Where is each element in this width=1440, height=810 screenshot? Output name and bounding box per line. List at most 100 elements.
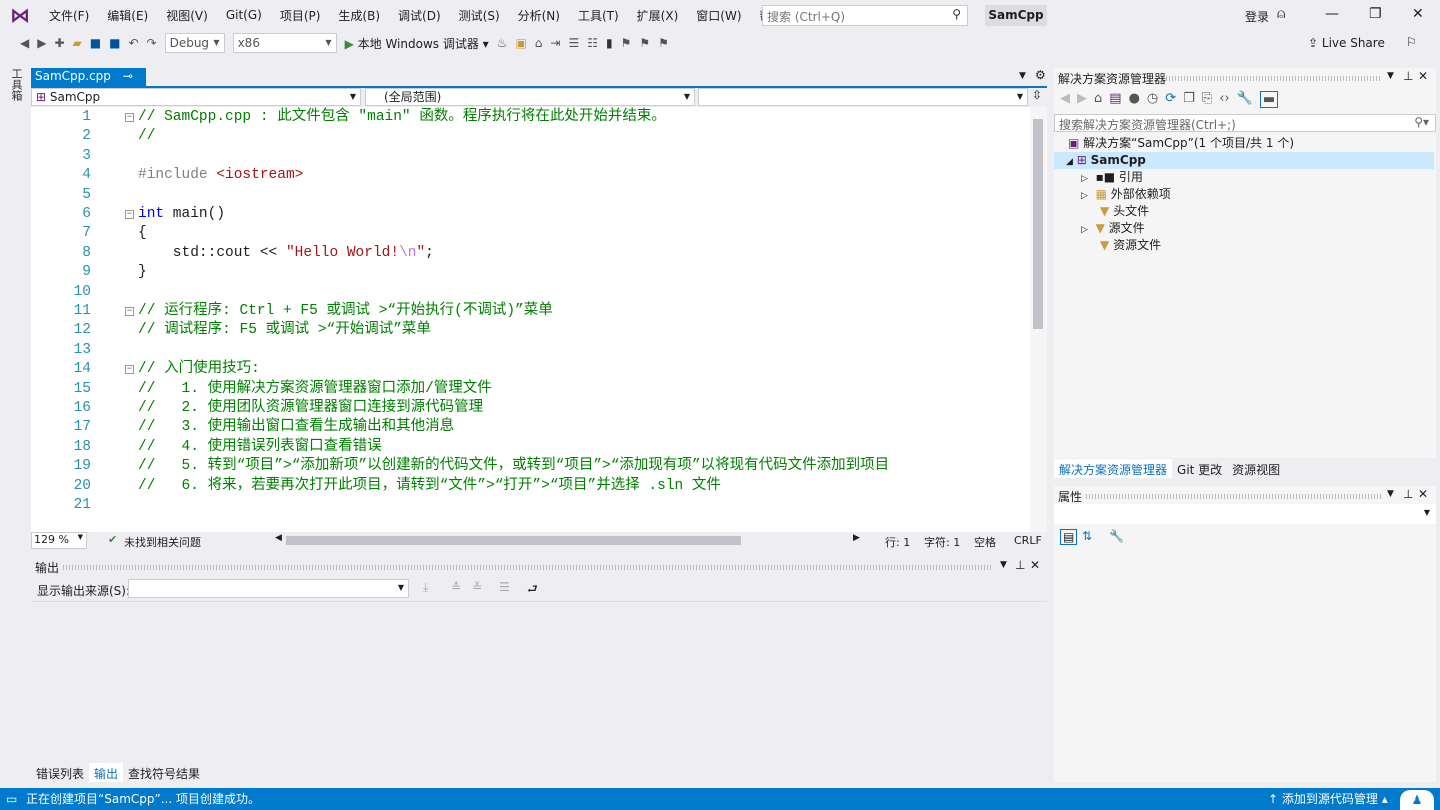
properties-wrench-icon[interactable]: 🔧 [1237, 91, 1253, 108]
menu-test[interactable]: 测试(S) [450, 7, 509, 24]
live-share-button[interactable]: ⇪ Live Share [1308, 36, 1385, 50]
tab-samcpp-cpp[interactable]: SamCpp.cpp ⊸ ✕ [31, 68, 146, 87]
collapse-all-icon[interactable]: ❐ [1183, 91, 1195, 108]
tab-list-dropdown-icon[interactable]: ▼ [1019, 71, 1026, 81]
fold-toggle-icon[interactable]: − [125, 113, 134, 122]
menu-debug[interactable]: 调试(D) [389, 7, 450, 24]
scroll-left-icon[interactable]: ◀ [275, 533, 282, 543]
split-icon[interactable]: ⇳ [1032, 88, 1042, 102]
solution-search-input[interactable]: 搜索解决方案资源管理器(Ctrl+;)⚲▾ [1054, 114, 1436, 132]
word-wrap-icon[interactable]: ⮐ [527, 580, 538, 601]
code-line[interactable]: 16// 2. 使用团队资源管理器窗口连接到源代码管理 [31, 399, 1031, 418]
forward-icon[interactable]: ▶ [37, 36, 46, 50]
alphabetical-icon[interactable]: ⇅ [1082, 529, 1092, 543]
code-line[interactable]: 19// 5. 转到“项目”>“添加新项”以创建新的代码文件，或转到“项目”>“… [31, 457, 1031, 476]
menu-git[interactable]: Git(G) [217, 8, 271, 22]
fold-toggle-icon[interactable]: − [125, 307, 134, 316]
output-source-select[interactable]: ▼ [128, 579, 409, 598]
new-project-icon[interactable]: ✚ [54, 36, 64, 50]
switch-views-icon[interactable]: ▤ [1109, 91, 1121, 108]
configuration-select[interactable]: Debug▼ [165, 33, 225, 53]
code-line[interactable]: 2// [31, 127, 1031, 146]
tree-project[interactable]: ◢ ⊞ SamCpp [1054, 152, 1434, 169]
goto-line-icon[interactable]: ⤓ [423, 580, 428, 595]
code-line[interactable]: 18// 4. 使用错误列表窗口查看错误 [31, 438, 1031, 457]
code-line[interactable]: 7{ [31, 224, 1031, 243]
code-line[interactable]: 1−// SamCpp.cpp : 此文件包含 "main" 函数。程序执行将在… [31, 108, 1031, 127]
login-link[interactable]: 登录 [1245, 8, 1269, 25]
preview-icon[interactable]: ▬ [1260, 91, 1278, 108]
code-line[interactable]: 4#include <iostream> [31, 166, 1031, 185]
undo-icon[interactable]: ↶ [128, 36, 138, 50]
menu-extensions[interactable]: 扩展(X) [628, 7, 688, 24]
scroll-right-icon[interactable]: ▶ [853, 533, 860, 543]
tab-solution-explorer[interactable]: 解决方案资源管理器 [1054, 459, 1172, 478]
line-ending-indicator[interactable]: CRLF [1014, 534, 1042, 547]
tab-find-symbol-results[interactable]: 查找符号结果 [123, 763, 205, 782]
menu-file[interactable]: 文件(F) [40, 7, 98, 24]
close-window-button[interactable]: ✕ [1412, 6, 1424, 22]
code-line[interactable]: 13 [31, 341, 1031, 360]
back-icon[interactable]: ◀ [1060, 91, 1070, 108]
code-line[interactable]: 20// 6. 将来，若要再次打开此项目，请转到“文件”>“打开”>“项目”并选… [31, 477, 1031, 496]
drag-grip[interactable] [63, 565, 993, 570]
close-panel-icon[interactable]: ✕ [1418, 69, 1428, 83]
code-line[interactable]: 11−// 运行程序: Ctrl + F5 或调试 >“开始执行(不调试)”菜单 [31, 302, 1031, 321]
code-line[interactable]: 9} [31, 263, 1031, 282]
expand-arrow-icon[interactable]: ▷ [1081, 174, 1088, 184]
tab-git-changes[interactable]: Git 更改 [1172, 459, 1227, 478]
step-icon[interactable]: ⇥ [550, 36, 560, 50]
code-line[interactable]: 14−// 入门使用技巧: [31, 360, 1031, 379]
code-line[interactable]: 15// 1. 使用解决方案资源管理器窗口添加/管理文件 [31, 380, 1031, 399]
code-line[interactable]: 6−int main() [31, 205, 1031, 224]
pin-icon[interactable]: ⊸ [123, 69, 133, 83]
search-input[interactable]: 搜索 (Ctrl+Q)⚲ [762, 5, 968, 26]
expand-arrow-icon[interactable]: ▷ [1081, 225, 1088, 235]
code-line[interactable]: 17// 3. 使用输出窗口查看生成输出和其他消息 [31, 418, 1031, 437]
panel-menu-icon[interactable]: ▼ [1000, 560, 1007, 570]
code-editor[interactable]: 1−// SamCpp.cpp : 此文件包含 "main" 函数。程序执行将在… [31, 107, 1047, 532]
menu-edit[interactable]: 编辑(E) [98, 7, 157, 24]
tree-item-references[interactable]: ▷ ▪■ 引用 [1081, 169, 1143, 186]
tree-solution[interactable]: ▣ 解决方案“SamCpp”(1 个项目/共 1 个) [1068, 135, 1294, 152]
project-nav-select[interactable]: ⊞ SamCpp▼ [31, 88, 361, 106]
find-in-files-icon[interactable]: ▣ [515, 36, 526, 50]
code-line[interactable]: 8 std::cout << "Hello World!\n"; [31, 244, 1031, 263]
start-debugging-button[interactable]: ▶ 本地 Windows 调试器 ▾ [345, 35, 489, 52]
open-icon[interactable]: ▰ [73, 36, 82, 50]
home-icon[interactable]: ⌂ [1094, 91, 1102, 108]
close-panel-icon[interactable]: ✕ [1030, 558, 1040, 572]
object-select[interactable]: ▼ [1054, 504, 1436, 524]
show-all-files-icon[interactable]: ⎘ [1202, 91, 1212, 108]
categorized-icon[interactable]: ▤ [1060, 529, 1077, 545]
drag-grip[interactable] [1166, 76, 1381, 81]
close-panel-icon[interactable]: ✕ [1418, 487, 1428, 501]
sync-icon[interactable]: ⟳ [1165, 91, 1176, 108]
menu-analyze[interactable]: 分析(N) [509, 7, 569, 24]
comment-icon[interactable]: ☰ [568, 36, 579, 50]
fold-toggle-icon[interactable]: − [125, 365, 134, 374]
tree-item-header-files[interactable]: ▼ 头文件 [1100, 203, 1149, 220]
platform-select[interactable]: x86▼ [233, 33, 337, 53]
next-message-icon[interactable]: ≚ [472, 580, 482, 594]
panel-menu-icon[interactable]: ▼ [1387, 71, 1394, 81]
toolbox-label[interactable]: 工具箱 [8, 68, 24, 101]
toolbox-strip[interactable]: 工具箱 [0, 60, 30, 790]
tab-error-list[interactable]: 错误列表 [31, 763, 89, 782]
save-icon[interactable]: ■ [90, 36, 101, 50]
settings-gear-icon[interactable]: ⚙ [1035, 68, 1046, 82]
view-code-icon[interactable]: ‹› [1219, 91, 1229, 108]
redo-icon[interactable]: ↷ [147, 36, 157, 50]
scope-nav-select[interactable]: (全局范围)▼ [365, 88, 695, 106]
minimize-button[interactable]: — [1325, 6, 1339, 22]
prev-bookmark-icon[interactable]: ⚑ [621, 36, 632, 50]
save-all-icon[interactable]: ■ [109, 36, 120, 50]
tree-item-external-dependencies[interactable]: ▷ ▦ 外部依赖项 [1081, 186, 1171, 203]
next-bookmark-icon[interactable]: ⚑ [639, 36, 650, 50]
expand-arrow-icon[interactable]: ▷ [1081, 191, 1088, 201]
forward-icon[interactable]: ▶ [1077, 91, 1087, 108]
menu-window[interactable]: 窗口(W) [687, 7, 750, 24]
pin-icon[interactable]: ⊥ [1403, 69, 1413, 83]
panel-menu-icon[interactable]: ▼ [1387, 489, 1394, 499]
collapse-arrow-icon[interactable]: ◢ [1066, 157, 1073, 167]
